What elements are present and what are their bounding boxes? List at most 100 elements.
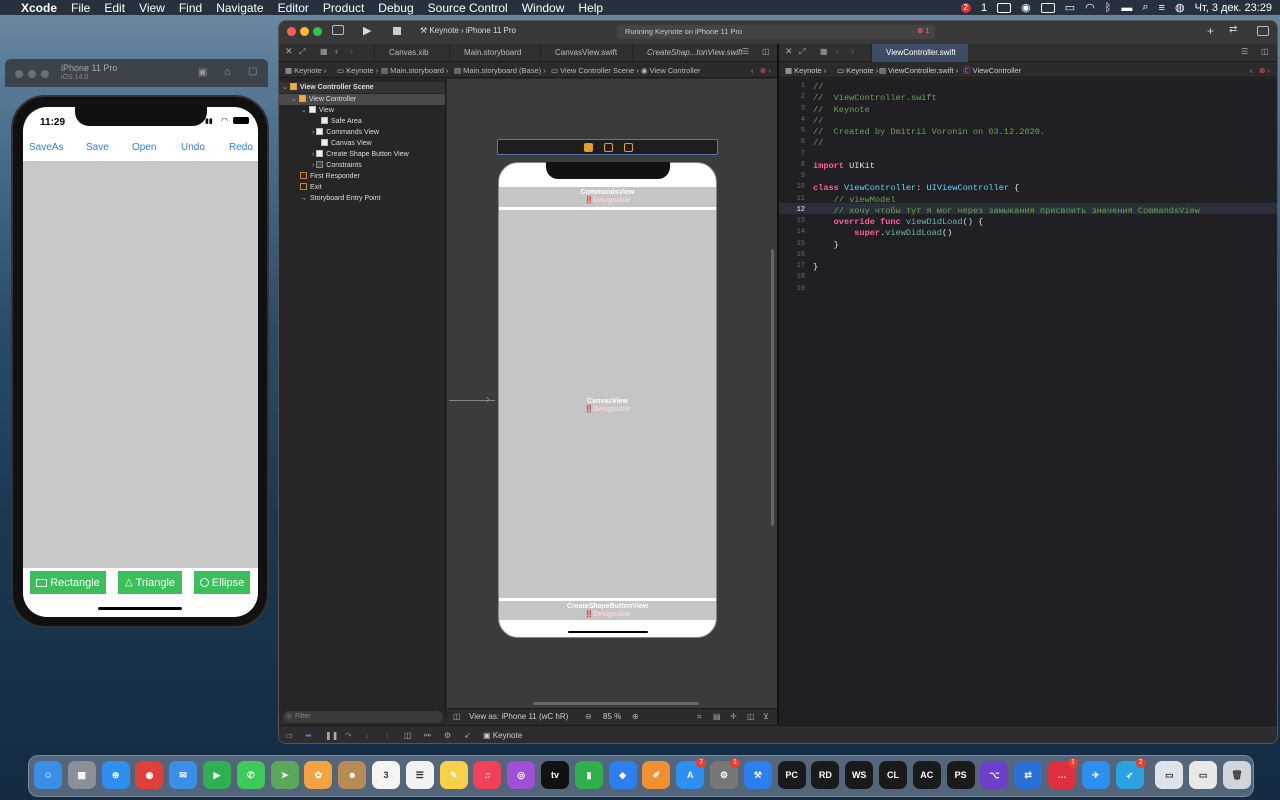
dock-phpstorm-icon[interactable]: PS: [946, 761, 975, 789]
dock-numbers-icon[interactable]: ▮: [574, 761, 603, 789]
dock-safari-icon[interactable]: ⊕: [101, 761, 130, 789]
line-number[interactable]: 11: [783, 195, 805, 203]
outline-row[interactable]: ⌄ View Controller: [279, 94, 445, 105]
inspector-toggle-icon[interactable]: [1257, 26, 1269, 36]
minimize-window-icon[interactable]: [300, 27, 309, 36]
notification-count[interactable]: 1: [981, 2, 987, 14]
zoom-dot-icon[interactable]: [41, 70, 49, 78]
line-number[interactable]: 2: [783, 93, 805, 101]
menu-debug[interactable]: Debug: [371, 1, 420, 15]
scheme-selector[interactable]: ⚒ Keynote › iPhone 11 Pro: [420, 26, 516, 35]
scene-dock[interactable]: [497, 139, 718, 155]
dock-pages-icon[interactable]: ✐: [642, 761, 671, 789]
menu-find[interactable]: Find: [172, 1, 209, 15]
menu-editor[interactable]: Editor: [271, 1, 316, 15]
create-shape-button-view[interactable]: CreateShapeButtonView ‼️Designable: [499, 600, 716, 620]
code-line[interactable]: //: [813, 116, 823, 126]
triangle-button[interactable]: △ Triangle: [118, 571, 182, 594]
outline-scene-row[interactable]: ⌄ View Controller Scene: [279, 82, 445, 93]
outline-row[interactable]: › Create Shape Button View: [312, 149, 409, 160]
jump-item[interactable]: ▤ Main.storyboard ›: [381, 63, 449, 78]
line-number[interactable]: 10: [783, 183, 805, 191]
update-frames-icon[interactable]: ⌗: [697, 709, 702, 725]
home-icon[interactable]: ⌂: [224, 66, 231, 78]
open-button[interactable]: Open: [132, 142, 156, 153]
menu-file[interactable]: File: [64, 1, 97, 15]
align-icon[interactable]: ▤: [713, 709, 721, 725]
drawing-canvas[interactable]: [23, 161, 258, 568]
close-editor-icon[interactable]: ✕: [285, 46, 293, 57]
clock[interactable]: Чт, 3 дек. 23:29: [1195, 2, 1272, 14]
disclosure-icon[interactable]: ›: [312, 151, 314, 158]
back-right-icon[interactable]: ‹: [836, 46, 839, 56]
dock-notes-icon[interactable]: ✎: [439, 761, 468, 789]
view-as-selector[interactable]: View as: iPhone 11 (wC hR): [469, 709, 568, 725]
line-number[interactable]: 8: [783, 161, 805, 169]
outline-row[interactable]: Safe Area: [321, 116, 362, 127]
forward-icon[interactable]: ›: [350, 46, 353, 56]
embed-icon[interactable]: ⊻: [763, 709, 769, 725]
resolve-icon[interactable]: ◫: [747, 709, 755, 725]
undo-button[interactable]: Undo: [181, 142, 205, 153]
search-icon[interactable]: ⌕: [1142, 1, 1148, 14]
vertical-scrollbar[interactable]: [771, 249, 774, 526]
saveas-button[interactable]: SaveAs: [29, 142, 63, 153]
outline-row[interactable]: › Commands View: [312, 127, 379, 138]
dock-launchpad-icon[interactable]: ▦: [67, 761, 96, 789]
line-number[interactable]: 6: [783, 138, 805, 146]
record-icon[interactable]: ◉: [1021, 1, 1031, 14]
commands-view[interactable]: CommandsView ‼️Designable: [499, 187, 716, 207]
dock-music-icon[interactable]: ♫: [473, 761, 502, 789]
error-count[interactable]: ⊗ 1: [917, 26, 930, 35]
line-number[interactable]: 1: [783, 82, 805, 90]
dock-reminders-icon[interactable]: ☰: [405, 761, 434, 789]
grid-right-icon[interactable]: ▦: [820, 47, 828, 56]
jump-item[interactable]: ▦ Keynote ›: [285, 63, 326, 78]
jump-item[interactable]: ▤ Main.storyboard (Base) ›: [454, 63, 546, 78]
outline-row[interactable]: › Constraints: [312, 160, 362, 171]
menu-edit[interactable]: Edit: [97, 1, 132, 15]
flag-icon[interactable]: ▬: [1121, 2, 1132, 14]
step-over-icon[interactable]: ↷: [345, 726, 352, 743]
dock-messages-icon[interactable]: ✆: [236, 761, 265, 789]
outline-row[interactable]: ⌄ View: [301, 105, 334, 116]
notification-badge[interactable]: 2: [960, 2, 971, 13]
disclosure-icon[interactable]: ›: [312, 162, 314, 169]
line-number[interactable]: 7: [783, 150, 805, 158]
jump-item[interactable]: ▤ ViewController.swift ›: [879, 63, 958, 78]
rotate-icon[interactable]: ▢: [248, 66, 257, 77]
code-line[interactable]: // viewModel: [813, 195, 896, 205]
expand-icon[interactable]: ⤢: [299, 47, 305, 57]
line-number[interactable]: 3: [783, 105, 805, 113]
location-icon[interactable]: ➶: [464, 726, 471, 743]
dock-chrome-icon[interactable]: ◉: [135, 761, 164, 789]
zoom-level[interactable]: 85 %: [603, 709, 621, 725]
nav-arrows-right-icon[interactable]: ‹: [1250, 63, 1253, 78]
disclosure-icon[interactable]: ⌄: [282, 84, 288, 91]
horizontal-scrollbar[interactable]: [533, 702, 699, 705]
menu-xcode[interactable]: Xcode: [14, 1, 64, 15]
menu-window[interactable]: Window: [515, 1, 572, 15]
pause-icon[interactable]: ❚❚: [325, 726, 338, 743]
outline-row[interactable]: First Responder: [300, 171, 360, 182]
zoom-out-icon[interactable]: ⊖: [585, 709, 592, 725]
zoom-window-icon[interactable]: [313, 27, 322, 36]
dock-finder-icon[interactable]: ☺: [34, 761, 62, 789]
redo-button[interactable]: Redo: [229, 142, 253, 153]
line-number[interactable]: 12: [783, 206, 805, 214]
code-line[interactable]: //: [813, 138, 823, 148]
code-line[interactable]: }: [813, 240, 839, 250]
split-icon[interactable]: ◫: [762, 47, 770, 56]
code-line[interactable]: // хочу чтобы тут я мог через замыкания …: [813, 206, 1200, 216]
menu-help[interactable]: Help: [571, 1, 610, 15]
jump-item[interactable]: ▭ View Controller Scene ›: [551, 63, 639, 78]
environment-icon[interactable]: ⚙: [444, 726, 451, 743]
stop-icon[interactable]: [393, 27, 401, 35]
line-number[interactable]: 13: [783, 217, 805, 225]
dock-mail-icon[interactable]: ✉: [169, 761, 198, 789]
zoom-in-icon[interactable]: ⊕: [632, 709, 639, 725]
outline-filter-field[interactable]: ◎ Filter: [283, 711, 443, 723]
lines-right-icon[interactable]: ☰: [1241, 47, 1248, 56]
code-line[interactable]: import UIKit: [813, 161, 875, 171]
dock-pycharm-icon[interactable]: PC: [777, 761, 806, 789]
